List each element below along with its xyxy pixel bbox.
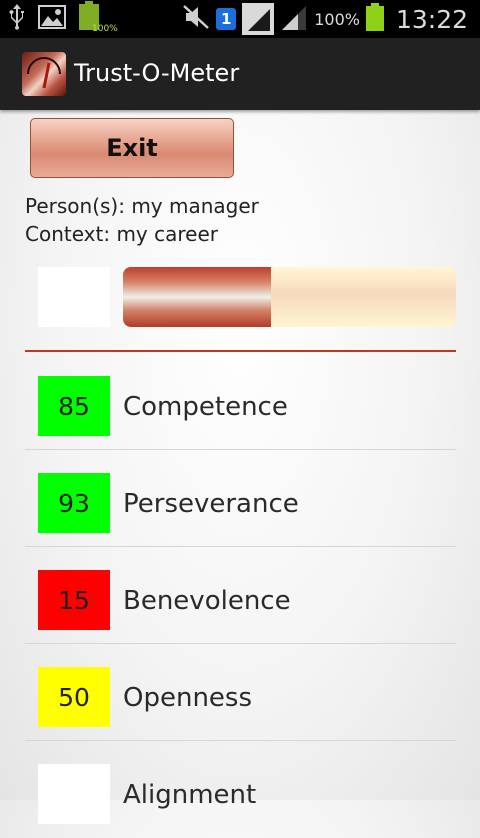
notification-battery-percent: 100% <box>92 24 118 34</box>
clock: 13:22 <box>395 4 468 34</box>
trust-meter-app-icon[interactable] <box>22 52 66 96</box>
overall-score-box <box>38 267 110 327</box>
factor-label: Benevolence <box>123 586 291 616</box>
status-bar-left: 100% <box>8 0 118 38</box>
factor-row-benevolence[interactable]: 15 Benevolence <box>25 548 456 644</box>
trust-meter-bar <box>123 267 456 327</box>
row-divider <box>25 546 456 547</box>
factor-row-perseverance[interactable]: 93 Perseverance <box>25 451 456 547</box>
app-title: Trust-O-Meter <box>74 59 240 87</box>
factor-label: Perseverance <box>123 489 299 519</box>
action-bar: Trust-O-Meter <box>0 38 480 110</box>
sim-slot-badge: 1 <box>216 8 237 30</box>
battery-icon <box>365 3 384 35</box>
factor-label: Competence <box>123 392 288 422</box>
factor-row-openness[interactable]: 50 Openness <box>25 645 456 741</box>
status-bar-right: 1 100% 13:22 <box>182 0 468 38</box>
gallery-icon <box>38 5 66 33</box>
usb-icon <box>8 4 26 34</box>
section-divider <box>25 350 456 352</box>
context-info: Context: my career <box>25 222 218 246</box>
battery-percent: 100% <box>314 9 360 29</box>
signal-icon-boxed <box>242 3 275 35</box>
row-divider <box>25 740 456 741</box>
status-bar: 100% 1 100% 13:22 <box>0 0 480 38</box>
factor-score: 85 <box>38 376 110 436</box>
person-info: Person(s): my manager <box>25 194 259 218</box>
trust-meter-fill <box>123 267 272 327</box>
mute-icon <box>182 3 210 35</box>
row-divider <box>25 449 456 450</box>
signal-strength-icon <box>280 3 308 35</box>
exit-button[interactable]: Exit <box>30 118 234 178</box>
factor-score: 15 <box>38 570 110 630</box>
factor-score: 50 <box>38 667 110 727</box>
factor-label: Alignment <box>123 780 257 810</box>
row-divider <box>25 643 456 644</box>
factor-row-alignment[interactable]: Alignment <box>25 742 456 838</box>
factor-score: 93 <box>38 473 110 533</box>
factor-score <box>38 764 110 824</box>
factor-label: Openness <box>123 683 253 713</box>
factor-row-competence[interactable]: 85 Competence <box>25 354 456 450</box>
